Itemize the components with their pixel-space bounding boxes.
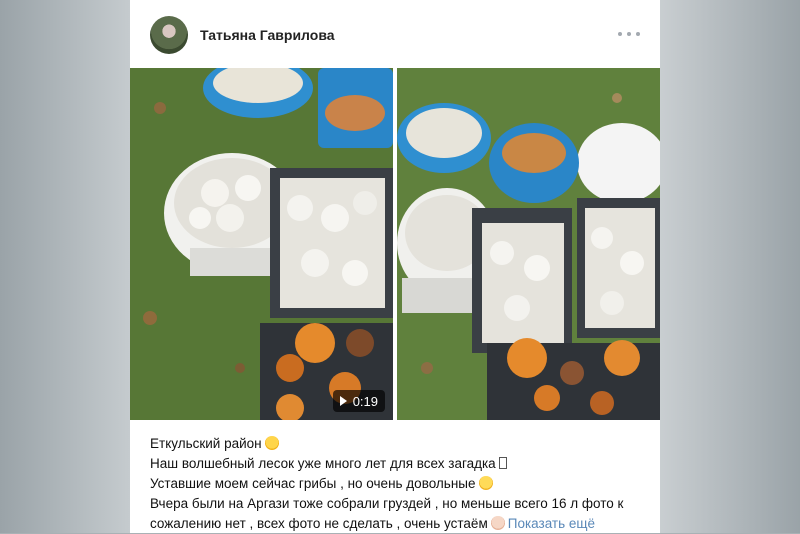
post-card: Татьяна Гаврилова 0:19 Еткульский район …	[130, 0, 660, 533]
more-horizontal-icon[interactable]	[618, 26, 640, 42]
post-text-line: Вчера были на Аргази тоже собрали грузде…	[150, 494, 645, 514]
user-avatar[interactable]	[150, 16, 188, 54]
page-background-right	[660, 0, 800, 533]
post-text-line: Еткульский район	[150, 434, 645, 454]
author-name[interactable]: Татьяна Гаврилова	[200, 27, 335, 43]
winking-face-emoji	[264, 436, 279, 450]
post-media[interactable]: 0:19	[130, 68, 660, 420]
smiling-face-emoji	[478, 476, 493, 490]
post-text-line-4: Вчера были на Аргази тоже собрали грузде…	[150, 496, 624, 511]
post-text-line-3: Уставшие моем сейчас грибы , но очень до…	[150, 476, 476, 491]
video-duration: 0:19	[352, 393, 378, 409]
unknown-glyph-icon	[498, 457, 507, 469]
photo-mushrooms-right[interactable]	[397, 68, 660, 420]
post-text-line: Наш волшебный лесок уже много лет для вс…	[150, 454, 645, 474]
show-more-link[interactable]: Показать ещё	[508, 516, 595, 531]
video-duration-badge[interactable]: 0:19	[332, 390, 385, 412]
tired-face-emoji	[490, 516, 505, 530]
post-header: Татьяна Гаврилова	[130, 0, 660, 68]
photo-mushrooms-left[interactable]: 0:19	[130, 68, 393, 420]
post-text-line: сожалению нет , всех фото не сделать , о…	[150, 514, 645, 534]
play-icon	[339, 396, 347, 406]
post-text-line-2: Наш волшебный лесок уже много лет для вс…	[150, 456, 496, 471]
post-text: Еткульский район Наш волшебный лесок уже…	[150, 434, 645, 534]
post-text-line-5: сожалению нет , всех фото не сделать , о…	[150, 516, 488, 531]
post-text-line-1: Еткульский район	[150, 436, 262, 451]
post-text-line: Уставшие моем сейчас грибы , но очень до…	[150, 474, 645, 494]
page-background-left	[0, 0, 130, 533]
